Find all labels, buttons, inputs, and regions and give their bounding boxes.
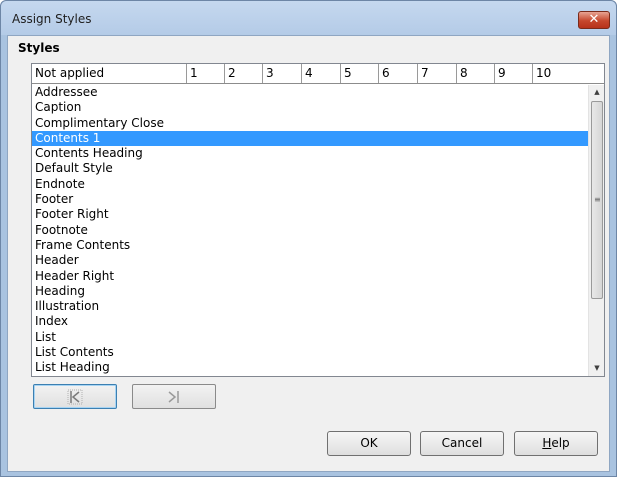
list-item[interactable]: Complimentary Close	[32, 116, 588, 131]
list-item[interactable]: Default Style	[32, 161, 588, 176]
style-list: Addressee Caption Complimentary Close Co…	[32, 85, 588, 376]
list-item[interactable]: Endnote	[32, 177, 588, 192]
column-header-5[interactable]: 5	[341, 64, 379, 83]
scroll-down-arrow-icon[interactable]: ▼	[589, 361, 605, 376]
close-button[interactable]: ✕	[578, 11, 610, 29]
move-left-button[interactable]	[33, 384, 117, 409]
list-item[interactable]: Frame Contents	[32, 238, 588, 253]
column-header-10[interactable]: 10	[533, 64, 604, 83]
column-header-6[interactable]: 6	[379, 64, 418, 83]
column-header-4[interactable]: 4	[302, 64, 341, 83]
help-button[interactable]: Help	[514, 431, 598, 456]
help-label: elp	[551, 436, 570, 450]
list-item[interactable]: Illustration	[32, 299, 588, 314]
column-header-2[interactable]: 2	[225, 64, 263, 83]
close-icon: ✕	[588, 12, 600, 27]
column-header-8[interactable]: 8	[457, 64, 495, 83]
column-header-9[interactable]: 9	[495, 64, 533, 83]
assign-styles-dialog: Assign Styles ✕ Styles Not applied 1 2 3…	[0, 0, 617, 477]
list-item[interactable]: Header Right	[32, 269, 588, 284]
grip-icon: ≡	[594, 195, 601, 204]
list-item-selected[interactable]: Contents 1	[32, 130, 588, 147]
window-title: Assign Styles	[12, 12, 92, 26]
list-item[interactable]: Index	[32, 314, 588, 329]
list-item[interactable]: List	[32, 330, 588, 345]
scroll-up-arrow-icon[interactable]: ▲	[589, 85, 605, 100]
ok-button[interactable]: OK	[327, 431, 411, 456]
list-item[interactable]: Heading	[32, 284, 588, 299]
column-header-not-applied[interactable]: Not applied	[32, 64, 187, 83]
list-item[interactable]: Header	[32, 253, 588, 268]
scrollbar-thumb[interactable]: ≡	[591, 101, 603, 299]
dialog-client-area: Styles Not applied 1 2 3 4 5 6 7 8 9 10 …	[7, 35, 610, 472]
styles-table: Not applied 1 2 3 4 5 6 7 8 9 10 Address…	[31, 63, 605, 377]
move-right-button[interactable]	[132, 384, 216, 409]
list-item[interactable]: Caption	[32, 100, 588, 115]
column-header-7[interactable]: 7	[418, 64, 457, 83]
table-header: Not applied 1 2 3 4 5 6 7 8 9 10	[32, 64, 604, 84]
styles-section-label: Styles	[18, 41, 60, 55]
list-item[interactable]: List Heading	[32, 360, 588, 375]
vertical-scrollbar[interactable]: ▲ ≡ ▼	[588, 85, 604, 376]
list-item[interactable]: Footnote	[32, 223, 588, 238]
list-item[interactable]: List Contents	[32, 345, 588, 360]
list-item[interactable]: Addressee	[32, 85, 588, 100]
list-item[interactable]: Footer	[32, 192, 588, 207]
column-header-1[interactable]: 1	[187, 64, 225, 83]
list-item[interactable]: Footer Right	[32, 207, 588, 222]
help-mnemonic: H	[542, 436, 552, 450]
list-item[interactable]: Contents Heading	[32, 146, 588, 161]
column-header-3[interactable]: 3	[263, 64, 302, 83]
move-left-icon	[67, 389, 83, 405]
title-bar: Assign Styles ✕	[1, 1, 616, 35]
cancel-button[interactable]: Cancel	[420, 431, 504, 456]
move-right-icon	[168, 391, 179, 403]
